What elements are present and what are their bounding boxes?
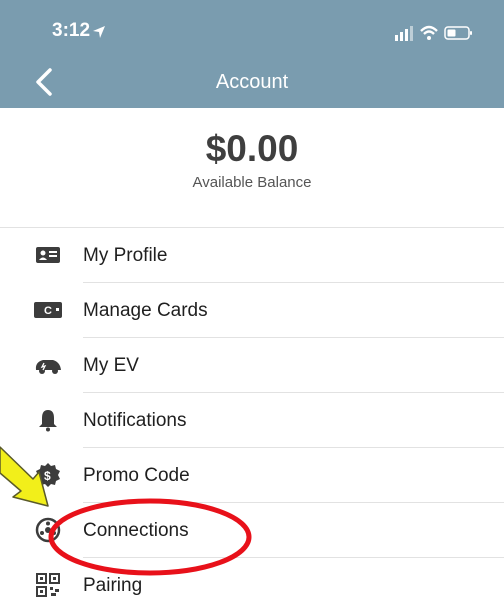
header-bar: 3:12 Account: [0, 0, 504, 108]
car-icon: [35, 360, 61, 374]
page-title: Account: [215, 71, 289, 93]
battery-icon: [444, 26, 472, 40]
menu-item-pairing[interactable]: Pairing: [0, 558, 504, 613]
menu-label: Pairing: [83, 575, 143, 596]
menu-label: Promo Code: [83, 465, 190, 486]
credit-card-icon: C: [34, 302, 62, 318]
balance-label: Available Balance: [192, 174, 312, 191]
menu-label: Notifications: [83, 410, 187, 431]
status-icons: [395, 25, 472, 41]
menu-label: Connections: [83, 520, 189, 541]
menu-item-my-profile[interactable]: My Profile: [0, 228, 504, 283]
menu-item-promo-code[interactable]: $ Promo Code: [0, 448, 504, 503]
dollar-badge-icon: $: [36, 463, 60, 487]
menu-item-manage-cards[interactable]: C Manage Cards: [0, 283, 504, 338]
status-time: 3:12: [52, 20, 91, 41]
connections-icon: [35, 517, 61, 543]
cellular-signal-icon: [395, 26, 413, 41]
balance-amount: $0.00: [205, 128, 299, 169]
svg-text:C: C: [44, 305, 52, 317]
svg-text:$: $: [44, 469, 51, 483]
wifi-icon: [420, 25, 438, 40]
bell-icon: [39, 410, 57, 432]
qr-code-icon: [36, 573, 60, 597]
menu-label: My Profile: [83, 245, 168, 266]
menu-label: Manage Cards: [83, 300, 208, 321]
menu-label: My EV: [83, 355, 139, 376]
menu-item-connections[interactable]: Connections: [0, 503, 504, 558]
location-arrow-icon: [93, 26, 105, 38]
menu-item-my-ev[interactable]: My EV: [0, 338, 504, 393]
menu-item-notifications[interactable]: Notifications: [0, 393, 504, 448]
id-card-icon: [36, 247, 60, 263]
